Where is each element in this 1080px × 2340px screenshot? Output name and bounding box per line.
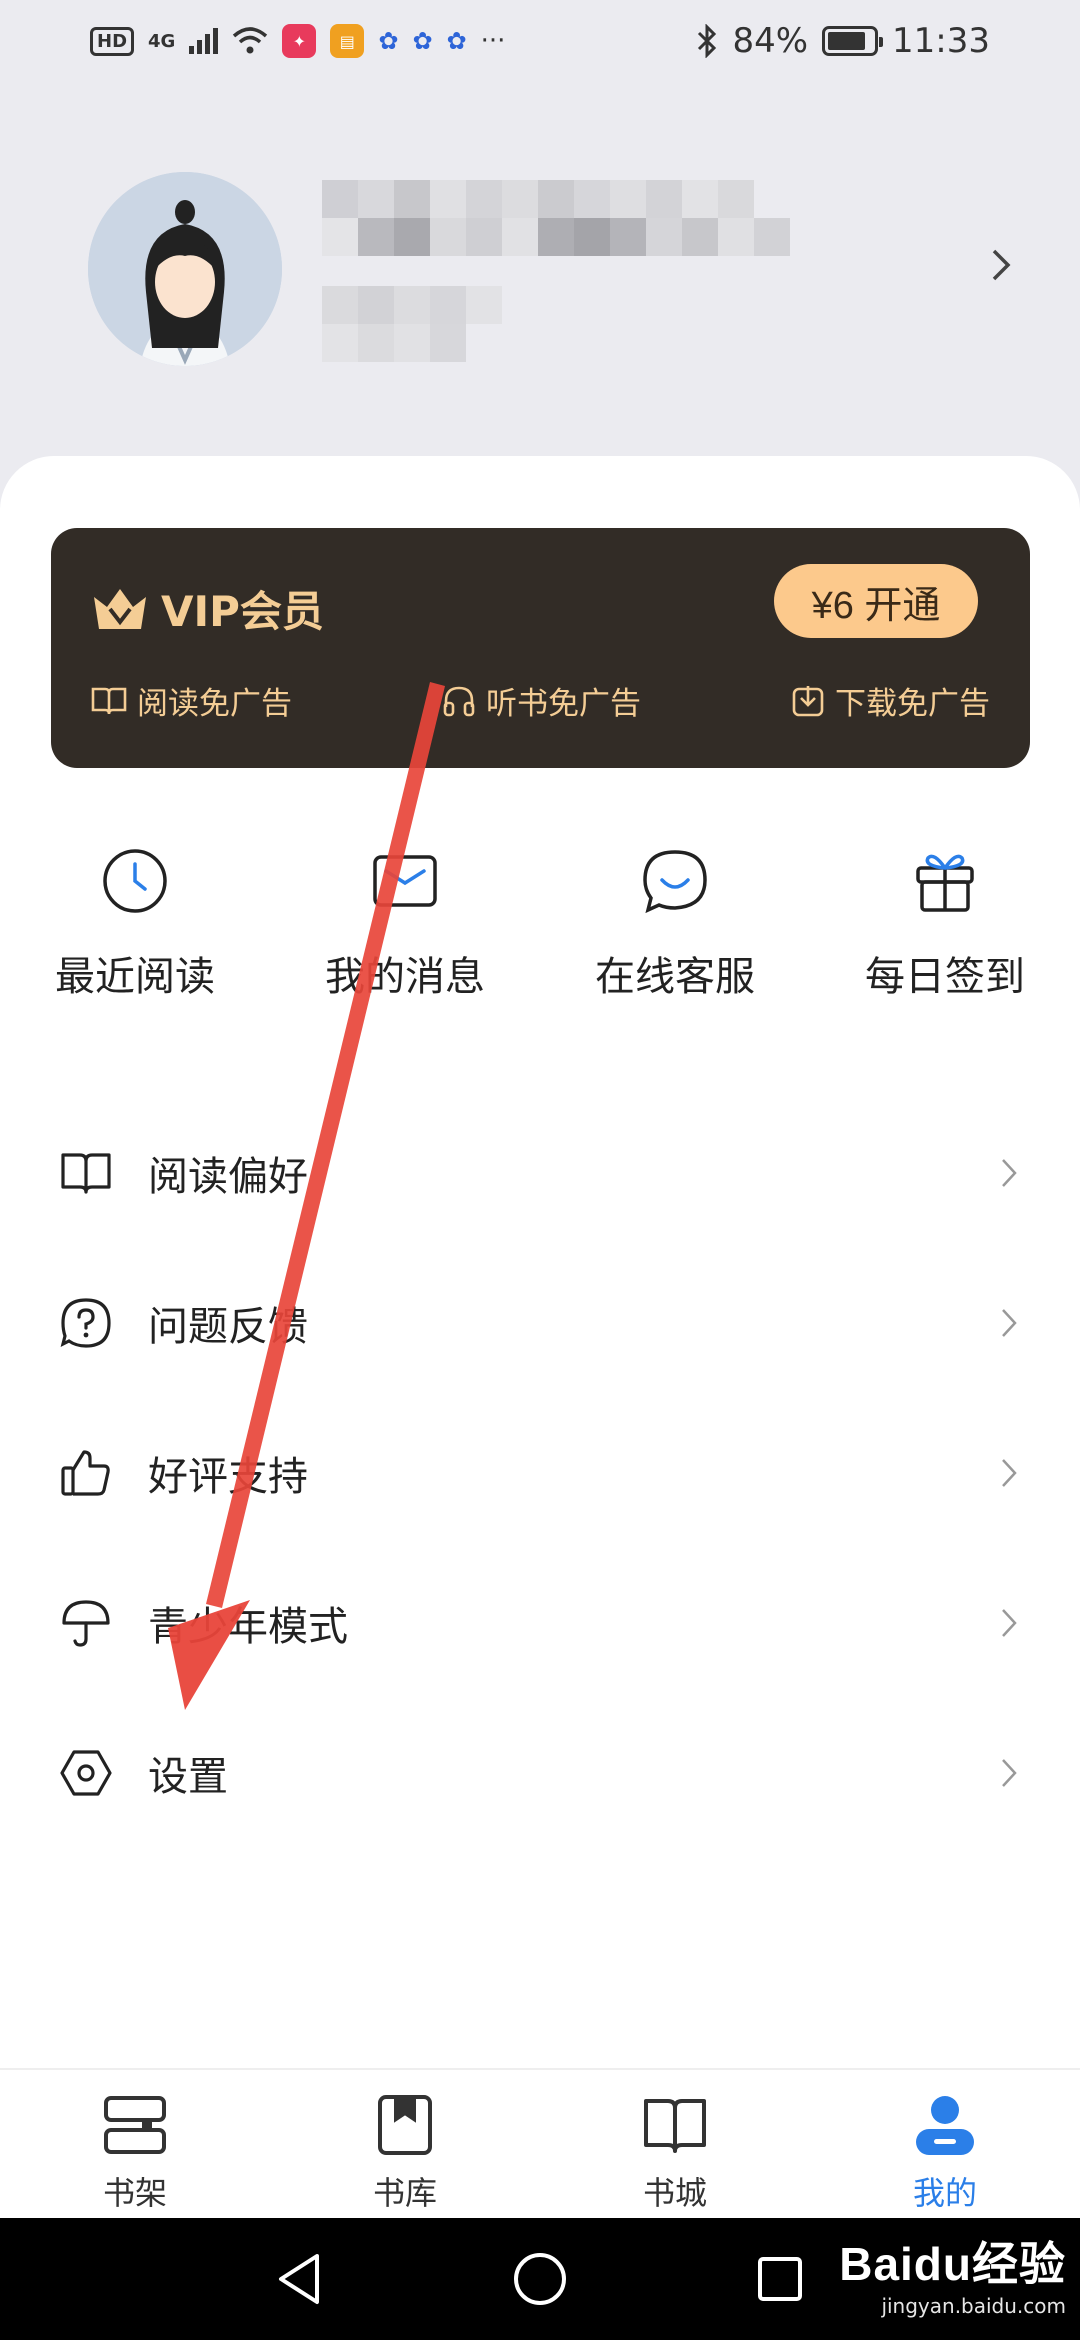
tab-library[interactable]: 书库 xyxy=(270,2070,540,2218)
headphones-icon xyxy=(443,686,475,716)
thumbs-up-icon xyxy=(58,1445,114,1501)
app-notification-icon: ▤ xyxy=(330,24,365,58)
menu-item-settings[interactable]: 设置 xyxy=(0,1698,1080,1848)
battery-percent: 84% xyxy=(732,21,809,61)
status-left: HD 4G ✦ ▤ ✿ ✿ ✿ ··· xyxy=(90,24,505,58)
chevron-right-icon[interactable] xyxy=(978,242,1024,288)
vip-title: VIP会员 xyxy=(91,578,324,639)
bluetooth-icon xyxy=(698,24,717,58)
baidu-paw-icon: ✿ xyxy=(446,27,467,55)
menu-item-feedback[interactable]: 问题反馈 xyxy=(0,1248,1080,1398)
umbrella-icon xyxy=(58,1595,114,1651)
quick-daily-checkin[interactable]: 每日签到 xyxy=(810,846,1080,1002)
bookshelf-icon xyxy=(100,2090,170,2160)
settings-hexagon-icon xyxy=(58,1745,114,1801)
wifi-icon xyxy=(233,27,268,54)
chevron-right-icon xyxy=(994,1153,1024,1193)
quick-online-service[interactable]: 在线客服 xyxy=(540,846,810,1002)
clock-time: 11:33 xyxy=(892,21,990,61)
profile-header[interactable] xyxy=(0,150,1080,400)
tab-bookshelf[interactable]: 书架 xyxy=(0,2070,270,2218)
clock-icon xyxy=(100,846,170,916)
app-notification-icon: ✦ xyxy=(282,24,317,58)
status-right: 84% 11:33 xyxy=(696,21,990,61)
quick-actions: 最近阅读 我的消息 在线客服 每日签到 xyxy=(0,846,1080,1002)
vip-perk-reading: 阅读免广告 xyxy=(91,678,292,723)
watermark-logo: Baidu经验 xyxy=(839,2238,1066,2290)
baidu-paw-icon: ✿ xyxy=(412,27,433,55)
library-icon xyxy=(370,2090,440,2160)
more-notifications-icon: ··· xyxy=(480,26,506,56)
vip-perk-listening: 听书免广告 xyxy=(442,678,641,723)
username-blurred xyxy=(322,180,790,362)
chevron-right-icon xyxy=(994,1303,1024,1343)
battery-icon xyxy=(822,26,884,56)
menu-item-rate-support[interactable]: 好评支持 xyxy=(0,1398,1080,1548)
baidu-paw-icon: ✿ xyxy=(378,27,399,55)
quick-recent-reading[interactable]: 最近阅读 xyxy=(0,846,270,1002)
main-panel: VIP会员 ¥6 开通 阅读免广告 听书免广告 下载免广告 最近阅读 我的消息 … xyxy=(0,456,1080,2068)
vip-perks: 阅读免广告 听书免广告 下载免广告 xyxy=(91,678,990,723)
book-icon xyxy=(58,1145,114,1201)
bookstore-icon xyxy=(640,2090,710,2160)
network-type: 4G xyxy=(148,30,176,52)
crown-icon xyxy=(94,588,146,629)
back-icon[interactable] xyxy=(270,2249,330,2309)
question-icon xyxy=(58,1295,114,1351)
watermark-url: jingyan.baidu.com xyxy=(881,2294,1066,2318)
vip-activate-button[interactable]: ¥6 开通 xyxy=(774,564,978,638)
signal-icon xyxy=(189,28,219,54)
settings-menu: 阅读偏好 问题反馈 好评支持 青少年模式 设置 xyxy=(0,1098,1080,1848)
vip-card[interactable]: VIP会员 ¥6 开通 阅读免广告 听书免广告 下载免广告 xyxy=(51,528,1030,768)
quick-my-messages[interactable]: 我的消息 xyxy=(270,846,540,1002)
status-bar: HD 4G ✦ ▤ ✿ ✿ ✿ ··· 84% 11:33 xyxy=(0,0,1080,82)
book-open-icon xyxy=(91,687,127,714)
baidu-jingyan-watermark: Baidu经验 jingyan.baidu.com xyxy=(839,2228,1066,2318)
recents-icon[interactable] xyxy=(750,2249,810,2309)
chat-smile-icon xyxy=(640,846,710,916)
download-icon xyxy=(792,685,824,716)
avatar[interactable] xyxy=(88,172,282,366)
home-icon[interactable] xyxy=(510,2249,570,2309)
chevron-right-icon xyxy=(994,1753,1024,1793)
envelope-icon xyxy=(370,846,440,916)
chevron-right-icon xyxy=(994,1453,1024,1493)
menu-item-teen-mode[interactable]: 青少年模式 xyxy=(0,1548,1080,1698)
chevron-right-icon xyxy=(994,1603,1024,1643)
vip-title-text: VIP会员 xyxy=(161,587,324,636)
gift-icon xyxy=(910,846,980,916)
tab-bookstore[interactable]: 书城 xyxy=(540,2070,810,2218)
tab-mine[interactable]: 我的 xyxy=(810,2070,1080,2218)
profile-icon xyxy=(910,2090,980,2160)
bottom-tab-bar: 书架 书库 书城 我的 xyxy=(0,2068,1080,2218)
vip-perk-download: 下载免广告 xyxy=(791,678,990,723)
hd-badge: HD xyxy=(90,26,135,56)
menu-item-reading-preference[interactable]: 阅读偏好 xyxy=(0,1098,1080,1248)
